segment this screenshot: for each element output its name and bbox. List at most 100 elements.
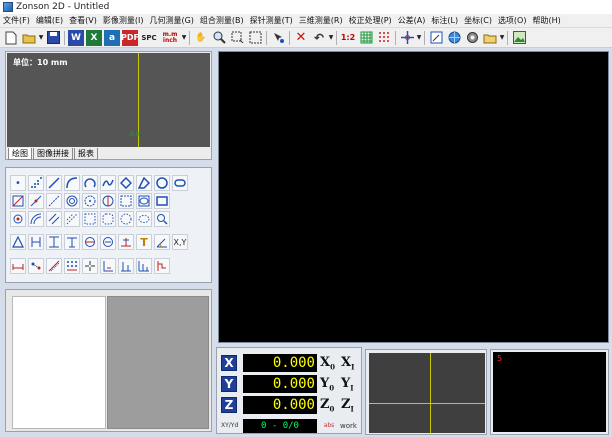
corner-dim-tool-icon[interactable] xyxy=(100,258,116,274)
grid-icon[interactable] xyxy=(358,30,374,46)
h-dim-tool-icon[interactable] xyxy=(28,234,44,250)
tab-image-stitch[interactable]: 图像拼接 xyxy=(33,148,73,160)
word-icon[interactable]: W xyxy=(68,29,84,46)
xy-toggle-button[interactable]: XY/Yd xyxy=(221,423,239,429)
menu-help[interactable]: 帮助(H) xyxy=(529,15,563,26)
select-rect-icon[interactable] xyxy=(247,30,263,46)
arc-circle-tool-icon[interactable] xyxy=(100,193,116,209)
text-tool-icon[interactable]: T xyxy=(136,234,152,250)
folder-dropdown-icon[interactable]: ▼ xyxy=(499,34,505,41)
dash-line-tool-icon[interactable] xyxy=(64,211,80,227)
undo-dropdown-icon[interactable]: ▼ xyxy=(328,34,334,41)
set-y-button[interactable]: YI xyxy=(341,376,359,393)
tab-report[interactable]: 报表 xyxy=(74,148,98,160)
rect-frame-tool-icon[interactable] xyxy=(154,193,170,209)
scale-icon[interactable]: 1:2 xyxy=(340,30,356,46)
menu-3d-measure[interactable]: 三维测量(R) xyxy=(296,15,346,26)
globe-icon[interactable] xyxy=(446,30,462,46)
open-dropdown-icon[interactable]: ▼ xyxy=(38,34,44,41)
hand-icon[interactable]: ✋ xyxy=(193,30,209,46)
undo-icon[interactable]: ↶ xyxy=(311,30,327,46)
square-tool-icon[interactable] xyxy=(118,193,134,209)
zero-z-button[interactable]: Z0 xyxy=(320,397,338,414)
menu-view[interactable]: 查看(V) xyxy=(66,15,100,26)
thumbnail-white[interactable] xyxy=(12,296,106,429)
circle-minus-tool-icon[interactable] xyxy=(100,234,116,250)
menu-geometry-measure[interactable]: 几何测量(G) xyxy=(146,15,196,26)
angle-shape-tool-icon[interactable] xyxy=(136,175,152,191)
menu-tolerance[interactable]: 公差(A) xyxy=(395,15,429,26)
auxiliary-view[interactable]: 5 xyxy=(493,352,606,432)
main-canvas[interactable] xyxy=(218,51,609,343)
measure-point-tool-icon[interactable] xyxy=(10,211,26,227)
pdf-icon[interactable]: PDF xyxy=(121,29,139,46)
circle-arc-tool-icon[interactable] xyxy=(82,175,98,191)
xy-dim-tool-icon[interactable]: X,Y xyxy=(172,234,188,250)
multi-line-tool-icon[interactable] xyxy=(46,211,62,227)
arrows-tool-icon[interactable] xyxy=(82,258,98,274)
delete-icon[interactable]: ✕ xyxy=(293,30,309,46)
set-x-button[interactable]: XI xyxy=(341,355,359,372)
camera-view[interactable] xyxy=(369,353,485,433)
target-circle-tool-icon[interactable] xyxy=(82,193,98,209)
menu-options[interactable]: 选项(O) xyxy=(495,15,530,26)
coord-dim-tool-icon[interactable] xyxy=(118,234,134,250)
open-folder-icon[interactable] xyxy=(21,30,37,46)
triangle-dim-tool-icon[interactable] xyxy=(10,234,26,250)
point-dim-tool-icon[interactable] xyxy=(28,258,44,274)
circle-tool-icon[interactable] xyxy=(154,175,170,191)
point-line-tool-icon[interactable] xyxy=(28,193,44,209)
save-icon[interactable] xyxy=(45,30,61,46)
axis-z-button[interactable]: Z xyxy=(221,397,237,413)
diag-line-tool-icon[interactable] xyxy=(46,193,62,209)
horiz-dim-tool-icon[interactable] xyxy=(10,258,26,274)
point-set-tool-icon[interactable] xyxy=(64,258,80,274)
edit-icon[interactable] xyxy=(428,30,444,46)
new-file-icon[interactable] xyxy=(3,30,19,46)
slant-dim-tool-icon[interactable] xyxy=(46,258,62,274)
gear-icon[interactable] xyxy=(464,30,480,46)
search-tool-icon[interactable] xyxy=(154,211,170,227)
arc-tool-icon[interactable] xyxy=(64,175,80,191)
zero-y-button[interactable]: Y0 xyxy=(320,376,338,393)
auto-shape-tool-icon[interactable] xyxy=(10,193,26,209)
menu-annotation[interactable]: 标注(L) xyxy=(428,15,461,26)
abs-button[interactable]: abs xyxy=(320,423,338,429)
mm-inch-icon[interactable]: m.m inch xyxy=(160,30,180,46)
zero-x-button[interactable]: X0 xyxy=(320,355,338,372)
t-dim-tool-icon[interactable] xyxy=(64,234,80,250)
arc-measure-tool-icon[interactable] xyxy=(28,211,44,227)
menu-probe-measure[interactable]: 探针测量(T) xyxy=(247,15,296,26)
crosshair-icon[interactable] xyxy=(399,30,415,46)
round-box-tool-icon[interactable] xyxy=(100,211,116,227)
ellipse-frame-tool-icon[interactable] xyxy=(136,211,152,227)
angle-dim-tool-icon[interactable] xyxy=(154,234,170,250)
ring-tool-icon[interactable] xyxy=(64,193,80,209)
tab-drawing[interactable]: 绘图 xyxy=(8,148,32,160)
base-dim-tool-icon[interactable] xyxy=(118,258,134,274)
excel-icon[interactable]: X xyxy=(86,29,102,46)
circle-theta-tool-icon[interactable] xyxy=(82,234,98,250)
i-dim-tool-icon[interactable] xyxy=(46,234,62,250)
select-box-icon[interactable] xyxy=(229,30,245,46)
axis-x-button[interactable]: X xyxy=(221,355,237,371)
menu-edit[interactable]: 编辑(E) xyxy=(33,15,66,26)
spc-icon[interactable]: SPC xyxy=(140,30,158,46)
preview-screen[interactable]: 单位：10 mm 0.0 xyxy=(7,53,210,147)
curve-tool-icon[interactable] xyxy=(100,175,116,191)
menu-file[interactable]: 文件(F) xyxy=(0,15,33,26)
grid-dim-tool-icon[interactable] xyxy=(136,258,152,274)
dots-icon[interactable] xyxy=(376,30,392,46)
zoom-icon[interactable] xyxy=(211,30,227,46)
axis-y-button[interactable]: Y xyxy=(221,376,237,392)
line-tool-icon[interactable] xyxy=(46,175,62,191)
crosshair-dropdown-icon[interactable]: ▼ xyxy=(416,34,422,41)
thumbnail-gray[interactable] xyxy=(107,296,209,429)
dash-box-tool-icon[interactable] xyxy=(82,211,98,227)
picture-icon[interactable] xyxy=(511,30,527,46)
set-z-button[interactable]: ZI xyxy=(341,397,359,414)
work-button[interactable]: work xyxy=(340,422,357,430)
dash-circle-tool-icon[interactable] xyxy=(118,211,134,227)
dot-grid-tool-icon[interactable] xyxy=(28,175,44,191)
menu-combined-measure[interactable]: 组合测量(B) xyxy=(197,15,247,26)
